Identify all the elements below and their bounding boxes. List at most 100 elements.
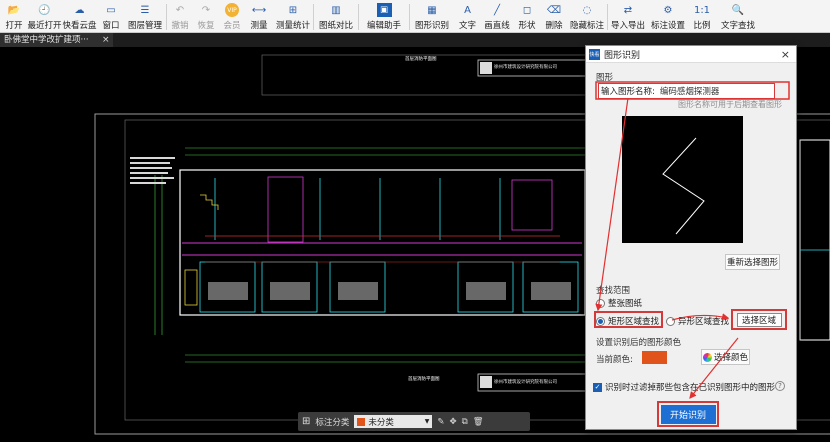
toolbar-button-label: 图层管理	[127, 21, 162, 31]
toolbar-button-11[interactable]: ▣ 编辑助手	[359, 0, 409, 33]
grid-icon[interactable]: ⊞	[302, 416, 310, 427]
annotation-floating-bar: ⊞ 标注分类 未分类 ▼ ✎ ✥ ⧉ 🗑	[298, 412, 530, 431]
recent-clock-icon: 🕘	[38, 4, 51, 16]
dialog-title-bar: 快看 图形识别	[586, 46, 796, 63]
redo-icon: ↷	[201, 4, 211, 16]
toolbar-button-12[interactable]: ▦ 图形识别	[410, 0, 454, 33]
main-toolbar: 📂 打开 🕘 最近打开 ☁ 快看云盘 ▭ 窗口 ☰ 图层管理 ↶ 撤销 ↷ 恢复 VIP 会员 ⟷ 测量 ⊞ 测量统计…	[0, 0, 830, 33]
search-scope-label: 查找范围	[596, 286, 631, 296]
toolbar-button-label: 测量统计	[275, 21, 310, 31]
import-export-icon: ⇄	[623, 4, 633, 16]
delete-icon[interactable]: 🗑	[473, 417, 484, 427]
toolbar-button-20[interactable]: 1:1 比例	[688, 0, 716, 33]
radio-dot	[666, 316, 675, 326]
toolbar-button-18[interactable]: ⇄ 导入导出	[608, 0, 648, 33]
toolbar-button-14[interactable]: ╱ 画直线	[481, 0, 513, 33]
toolbar-button-label: 撤销	[171, 21, 189, 31]
shape-preview-drawing	[662, 137, 705, 235]
color-section-label: 设置识别后的图形颜色	[596, 338, 682, 348]
edit-assistant-icon: ▣	[376, 3, 392, 17]
document-tab-title: 卧佛堂中学改扩建项···	[4, 35, 89, 45]
shape-name-row: 输入图形名称:	[598, 83, 775, 99]
toolbar-button-label: 文字	[458, 21, 476, 31]
select-region-button[interactable]: 选择区域	[736, 312, 782, 327]
choose-color-label: 选择颜色	[713, 353, 748, 363]
undo-icon: ↶	[175, 4, 185, 16]
document-tab[interactable]: 卧佛堂中学改扩建项··· ×	[0, 33, 113, 47]
toolbar-button-21[interactable]: 🔍 文字查找	[716, 0, 760, 33]
color-wheel-icon	[702, 352, 712, 362]
filter-label: 识别时过滤掉那些包含在已识别图形中的图形	[605, 383, 776, 393]
radio-rect-region-label: 矩形区域查找	[608, 317, 660, 327]
toolbar-button-label: 会员	[223, 21, 241, 31]
toolbar-button-13[interactable]: A 文字	[454, 0, 481, 33]
toolbar-button-1[interactable]: 🕘 最近打开	[28, 0, 62, 33]
toolbar-button-3[interactable]: ▭ 窗口	[98, 0, 124, 33]
toolbar-button-label: 画直线	[484, 21, 510, 31]
help-icon[interactable]: ?	[775, 381, 785, 391]
line-icon: ╱	[493, 4, 501, 16]
radio-dot-selected	[596, 316, 605, 326]
toolbar-button-7[interactable]: VIP 会员	[219, 0, 245, 33]
toolbar-button-4[interactable]: ☰ 图层管理	[124, 0, 166, 33]
toolbar-button-label: 文字查找	[720, 21, 755, 31]
toolbar-button-17[interactable]: ◌ 隐藏标注	[567, 0, 607, 33]
toolbar-button-0[interactable]: 📂 打开	[0, 0, 28, 33]
copy-icon[interactable]: ⧉	[462, 417, 468, 427]
reselect-shape-button[interactable]: 重新选择图形	[725, 254, 780, 270]
upper-title-block-text: 徐州市建筑设计研究院有限公司	[494, 63, 557, 70]
radio-rect-region[interactable]: 矩形区域查找	[596, 315, 659, 327]
close-icon[interactable]: ×	[781, 48, 790, 61]
toolbar-button-5[interactable]: ↶ 撤销	[167, 0, 193, 33]
toolbar-button-label: 图纸对比	[318, 21, 353, 31]
measure-stats-icon: ⊞	[288, 4, 298, 16]
measure-icon: ⟷	[251, 4, 267, 16]
radio-whole-drawing-label: 整张图纸	[608, 299, 643, 309]
edit-icon[interactable]: ✎	[437, 417, 444, 427]
text-search-icon: 🔍	[731, 4, 745, 16]
toolbar-button-label: 删除	[545, 21, 563, 31]
upper-title-logo	[480, 62, 492, 74]
shape-recognition-icon: ▦	[427, 4, 437, 16]
toolbar-button-label: 测量	[250, 21, 268, 31]
radio-dot	[596, 298, 605, 308]
shape-section-label: 图形	[596, 73, 614, 83]
toolbar-button-15[interactable]: ◻ 形状	[513, 0, 541, 33]
toolbar-button-2[interactable]: ☁ 快看云盘	[61, 0, 98, 33]
radio-whole-drawing[interactable]: 整张图纸	[596, 297, 642, 309]
filter-checkbox[interactable]: ✓	[593, 382, 602, 392]
choose-color-button[interactable]: 选择颜色	[701, 349, 750, 365]
bottom-plan-label: 首层消防平面图	[408, 375, 440, 382]
start-recognition-button[interactable]: 开始识别	[660, 404, 716, 424]
toolbar-button-19[interactable]: ⚙ 标注设置	[648, 0, 688, 33]
shape-name-input[interactable]	[659, 86, 760, 96]
toolbar-button-label: 窗口	[102, 21, 120, 31]
toolbar-button-label: 比例	[693, 21, 711, 31]
close-tab-icon[interactable]: ×	[102, 33, 110, 47]
shape-recognition-dialog: 快看 图形识别 × 图形 输入图形名称: 图形名称可用于后期查看图形 重新选择图…	[585, 45, 797, 430]
radio-polygon-region[interactable]: 异形区域查找	[666, 315, 729, 327]
toolbar-button-label: 图形识别	[414, 21, 449, 31]
app-logo-icon: 快看	[589, 48, 600, 60]
toolbar-button-label: 导入导出	[610, 21, 645, 31]
filter-contained-shapes-row[interactable]: ✓ 识别时过滤掉那些包含在已识别图形中的图形	[593, 381, 775, 393]
annotation-settings-icon: ⚙	[663, 4, 673, 16]
annotation-category-label: 标注分类	[315, 417, 350, 428]
toolbar-button-9[interactable]: ⊞ 测量统计	[273, 0, 313, 33]
cloud-icon: ☁	[74, 4, 85, 16]
hide-annotation-icon: ◌	[582, 4, 592, 16]
toolbar-button-label: 标注设置	[650, 21, 685, 31]
category-color-swatch	[357, 417, 366, 426]
select-region-highlight: 选择区域	[731, 309, 787, 330]
shape-icon: ◻	[522, 4, 532, 16]
toolbar-button-16[interactable]: ⌫ 删除	[541, 0, 567, 33]
toolbar-button-10[interactable]: ▥ 图纸对比	[314, 0, 358, 33]
shape-name-hint: 图形名称可用于后期查看图形	[678, 100, 782, 109]
toolbar-button-8[interactable]: ⟷ 测量	[245, 0, 273, 33]
compare-icon: ▥	[331, 4, 341, 16]
scale-icon: 1:1	[693, 4, 711, 16]
annotation-category-select[interactable]: 未分类 ▼	[354, 415, 433, 428]
toolbar-button-6[interactable]: ↷ 恢复	[193, 0, 219, 33]
move-icon[interactable]: ✥	[450, 417, 457, 427]
toolbar-button-label: 恢复	[197, 21, 215, 31]
